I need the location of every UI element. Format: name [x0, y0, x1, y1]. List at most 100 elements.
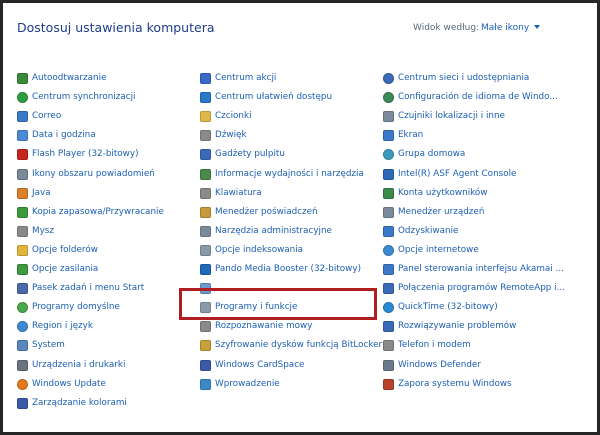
control-panel-item[interactable]: Gadżety pulpitu: [200, 147, 285, 161]
personalization-icon: [200, 282, 211, 294]
page-title: Dostosuj ustawienia komputera: [17, 20, 215, 35]
control-panel-item[interactable]: [200, 281, 215, 295]
control-panel-item-label: Szyfrowanie dysków funkcją BitLocker: [215, 340, 383, 350]
autoplay-icon: [17, 72, 28, 84]
control-panel-item-label: Centrum sieci i udostępniania: [398, 73, 530, 83]
control-panel-item[interactable]: Intel(R) ASF Agent Console: [383, 167, 516, 181]
clock-icon: [17, 129, 28, 141]
printer-icon: [17, 359, 28, 371]
control-panel-item[interactable]: Połączenia programów RemoteApp i...: [383, 281, 565, 295]
control-panel-item[interactable]: Region i język: [17, 319, 93, 333]
control-panel-item[interactable]: Flash Player (32-bitowy): [17, 147, 139, 161]
control-panel-item[interactable]: Czcionki: [200, 109, 252, 123]
control-panel-item-label: Kopia zapasowa/Przywracanie: [32, 207, 164, 217]
control-panel-item[interactable]: Centrum synchronizacji: [17, 90, 135, 104]
control-panel-item[interactable]: Data i godzina: [17, 128, 96, 142]
control-panel-item[interactable]: Ekran: [383, 128, 423, 142]
pando-icon: [200, 263, 211, 275]
control-panel-item[interactable]: Zarządzanie kolorami: [17, 396, 127, 410]
control-panel-item[interactable]: Opcje internetowe: [383, 243, 479, 257]
bitlocker-icon: [200, 339, 211, 351]
control-panel-item[interactable]: Opcje zasilania: [17, 262, 98, 276]
control-panel-item[interactable]: Kopia zapasowa/Przywracanie: [17, 205, 164, 219]
control-panel-item[interactable]: Pando Media Booster (32-bitowy): [200, 262, 361, 276]
control-panel-item[interactable]: Centrum ułatwień dostępu: [200, 90, 332, 104]
control-panel-item[interactable]: Menedżer poświadczeń: [200, 205, 318, 219]
sensors-icon: [383, 110, 394, 122]
control-panel-item[interactable]: Windows Defender: [383, 358, 481, 372]
control-panel-item[interactable]: Configuración de idioma de Windo...: [383, 90, 558, 104]
control-panel-item[interactable]: Klawiatura: [200, 186, 262, 200]
gadgets-icon: [200, 148, 211, 160]
control-panel-item[interactable]: Konta użytkowników: [383, 186, 488, 200]
display-icon: [383, 129, 394, 141]
control-panel-item[interactable]: Panel sterowania interfejsu Akamai ...: [383, 262, 564, 276]
control-panel-item-label: Menedżer poświadczeń: [215, 207, 318, 217]
control-panel-item-label: Informacje wydajności i narzędzia: [215, 169, 364, 179]
network-icon: [383, 72, 394, 84]
control-panel-item-label: Configuración de idioma de Windo...: [398, 92, 558, 102]
phone-icon: [383, 339, 394, 351]
control-panel-item[interactable]: Szyfrowanie dysków funkcją BitLocker: [200, 338, 382, 352]
mouse-icon: [17, 225, 28, 237]
control-panel-item-label: Urządzenia i drukarki: [32, 360, 126, 370]
control-panel-item[interactable]: Java: [17, 186, 51, 200]
view-by-dropdown[interactable]: Małe ikony: [481, 23, 541, 33]
control-panel-item-label: Telefon i modem: [398, 340, 471, 350]
control-panel-item[interactable]: Rozwiązywanie problemów: [383, 319, 516, 333]
remoteapp-icon: [383, 282, 394, 294]
control-panel-item-label: Opcje zasilania: [32, 264, 99, 274]
control-panel-item-label: Region i język: [32, 321, 93, 331]
control-panel-item[interactable]: Informacje wydajności i narzędzia: [200, 167, 364, 181]
control-panel-item[interactable]: Telefon i modem: [383, 338, 471, 352]
control-panel-item[interactable]: Narzędzia administracyjne: [200, 224, 332, 238]
control-panel-item-label: Windows Defender: [398, 360, 481, 370]
control-panel-item[interactable]: System: [17, 338, 65, 352]
control-panel-item[interactable]: Windows Update: [17, 377, 106, 391]
header: Dostosuj ustawienia komputera Widok wedł…: [3, 3, 597, 53]
control-panel-item-label: Pando Media Booster (32-bitowy): [215, 264, 362, 274]
control-panel-item-label: Wprowadzenie: [215, 379, 280, 389]
control-panel-item[interactable]: Opcje folderów: [17, 243, 98, 257]
control-panel-item[interactable]: Pasek zadań i menu Start: [17, 281, 144, 295]
chevron-down-icon: [534, 25, 541, 29]
control-panel-item[interactable]: Centrum akcji: [200, 71, 276, 85]
control-panel-item[interactable]: Menedżer urządzeń: [383, 205, 484, 219]
control-panel-item[interactable]: QuickTime (32-bitowy): [383, 300, 498, 314]
control-panel-item[interactable]: Dźwięk: [200, 128, 247, 142]
control-panel-item[interactable]: Mysz: [17, 224, 54, 238]
control-panel-item[interactable]: Autoodtwarzanie: [17, 71, 106, 85]
getting-started-icon: [200, 378, 211, 390]
control-panel-item-label: Czujniki lokalizacji i inne: [398, 111, 505, 121]
microphone-icon: [200, 320, 211, 332]
sync-center-icon: [17, 91, 28, 103]
control-panel-item[interactable]: Czujniki lokalizacji i inne: [383, 109, 505, 123]
quicktime-icon: [383, 301, 394, 313]
control-panel-item-label: Opcje folderów: [32, 245, 98, 255]
control-panel-item-label: Centrum synchronizacji: [32, 92, 136, 102]
control-panel-item[interactable]: Correo: [17, 109, 61, 123]
control-panel-item[interactable]: Grupa domowa: [383, 147, 465, 161]
control-panel-item[interactable]: Wprowadzenie: [200, 377, 280, 391]
flag-icon: [200, 72, 211, 84]
control-panel-item[interactable]: Ikony obszaru powiadomień: [17, 167, 155, 181]
users-icon: [383, 187, 394, 199]
flash-icon: [17, 148, 28, 160]
folder-icon: [17, 244, 28, 256]
power-icon: [17, 263, 28, 275]
control-panel-item-label: Ikony obszaru powiadomień: [32, 169, 155, 179]
control-panel-item-label: Czcionki: [215, 111, 252, 121]
control-panel-item[interactable]: Programy i funkcje: [200, 300, 297, 314]
control-panel-item[interactable]: Centrum sieci i udostępniania: [383, 71, 529, 85]
speaker-icon: [200, 129, 211, 141]
control-panel-item[interactable]: Rozpoznawanie mowy: [200, 319, 312, 333]
control-panel-item[interactable]: Urządzenia i drukarki: [17, 358, 125, 372]
defender-icon: [383, 359, 394, 371]
akamai-icon: [383, 263, 394, 275]
control-panel-item[interactable]: Zapora systemu Windows: [383, 377, 512, 391]
control-panel-item[interactable]: Windows CardSpace: [200, 358, 304, 372]
control-panel-item[interactable]: Odzyskiwanie: [383, 224, 458, 238]
control-panel-item-label: System: [32, 340, 65, 350]
control-panel-item[interactable]: Programy domyślne: [17, 300, 120, 314]
control-panel-item[interactable]: Opcje indeksowania: [200, 243, 303, 257]
